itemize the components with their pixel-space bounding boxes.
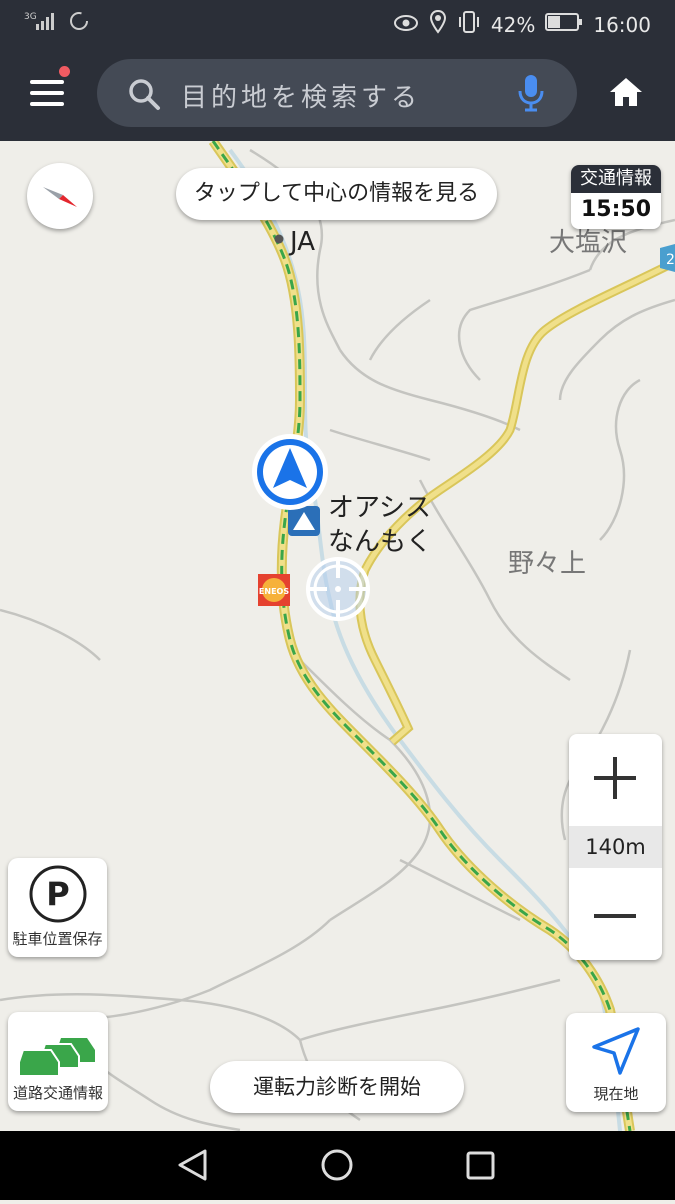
place-label-oasis-line1[interactable]: オアシス bbox=[328, 487, 431, 524]
svg-text:2: 2 bbox=[666, 252, 675, 268]
vibrate-icon bbox=[457, 10, 481, 39]
system-navigation-bar bbox=[0, 1131, 675, 1200]
signal-icon: 3G bbox=[24, 10, 60, 36]
tap-center-info-button[interactable]: タップして中心の情報を見る bbox=[176, 168, 497, 220]
search-icon bbox=[127, 77, 161, 115]
compass-button[interactable] bbox=[27, 163, 93, 229]
parking-save-label: 駐車位置保存 bbox=[12, 930, 103, 948]
zoom-in-button[interactable] bbox=[569, 734, 662, 824]
current-position-icon bbox=[252, 434, 328, 510]
back-icon[interactable] bbox=[178, 1149, 207, 1181]
poi-dot bbox=[274, 234, 284, 244]
clock: 16:00 bbox=[593, 12, 651, 37]
gas-station-icon[interactable]: ENEOS bbox=[258, 574, 290, 606]
search-input[interactable]: 目的地を検索する bbox=[97, 59, 577, 127]
traffic-info-title: 交通情報 bbox=[571, 165, 661, 193]
minus-icon bbox=[594, 914, 636, 918]
location-pin-icon bbox=[429, 9, 447, 39]
home-icon[interactable] bbox=[608, 76, 644, 112]
road-traffic-label: 道路交通情報 bbox=[12, 1084, 103, 1102]
current-location-button[interactable]: 現在地 bbox=[566, 1013, 666, 1112]
map-center-crosshair-icon bbox=[306, 557, 370, 621]
sync-icon bbox=[68, 10, 90, 36]
home-circle-icon[interactable] bbox=[321, 1149, 353, 1181]
battery-percent: 42% bbox=[490, 12, 536, 37]
map-canvas[interactable]: ENEOS 2 bbox=[0, 141, 675, 1131]
search-placeholder: 目的地を検索する bbox=[181, 83, 422, 113]
compass-icon bbox=[43, 187, 77, 207]
rest-area-icon[interactable] bbox=[288, 506, 320, 536]
traffic-info-button[interactable]: 交通情報 15:50 bbox=[571, 165, 661, 229]
traffic-cars-icon bbox=[18, 1038, 95, 1077]
plus-icon bbox=[594, 757, 636, 799]
eye-icon bbox=[393, 13, 419, 37]
top-bar: 目的地を検索する bbox=[0, 46, 675, 141]
battery-icon bbox=[545, 12, 583, 37]
parking-icon: P bbox=[29, 865, 87, 923]
current-location-label: 現在地 bbox=[593, 1085, 639, 1103]
status-bar: 3G 42% 16:00 bbox=[0, 0, 675, 46]
svg-text:ENEOS: ENEOS bbox=[259, 587, 289, 596]
navigation-arrow-icon bbox=[592, 1027, 640, 1075]
map-scale: 140m bbox=[569, 826, 662, 868]
recents-icon[interactable] bbox=[466, 1151, 495, 1180]
place-label-nonoue[interactable]: 野々上 bbox=[508, 543, 586, 580]
place-label-ja[interactable]: JA bbox=[290, 227, 315, 257]
route-number-badge: 2 bbox=[660, 244, 675, 272]
road-traffic-button[interactable]: 道路交通情報 bbox=[8, 1012, 108, 1111]
menu-button[interactable] bbox=[30, 66, 70, 106]
map-view[interactable]: ENEOS 2 JA 大塩沢 オアシス なんもく 野々上 bbox=[0, 141, 675, 1131]
place-label-oasis-line2[interactable]: なんもく bbox=[328, 521, 432, 558]
microphone-icon[interactable] bbox=[517, 73, 545, 117]
traffic-info-time: 15:50 bbox=[580, 197, 652, 222]
notification-dot bbox=[59, 66, 70, 77]
parking-save-button[interactable]: P 駐車位置保存 bbox=[8, 858, 107, 957]
svg-text:P: P bbox=[46, 875, 69, 913]
zoom-control: 140m bbox=[569, 734, 662, 960]
driving-diagnosis-button[interactable]: 運転力診断を開始 bbox=[210, 1061, 464, 1113]
svg-text:3G: 3G bbox=[24, 12, 37, 22]
zoom-out-button[interactable] bbox=[569, 870, 662, 960]
